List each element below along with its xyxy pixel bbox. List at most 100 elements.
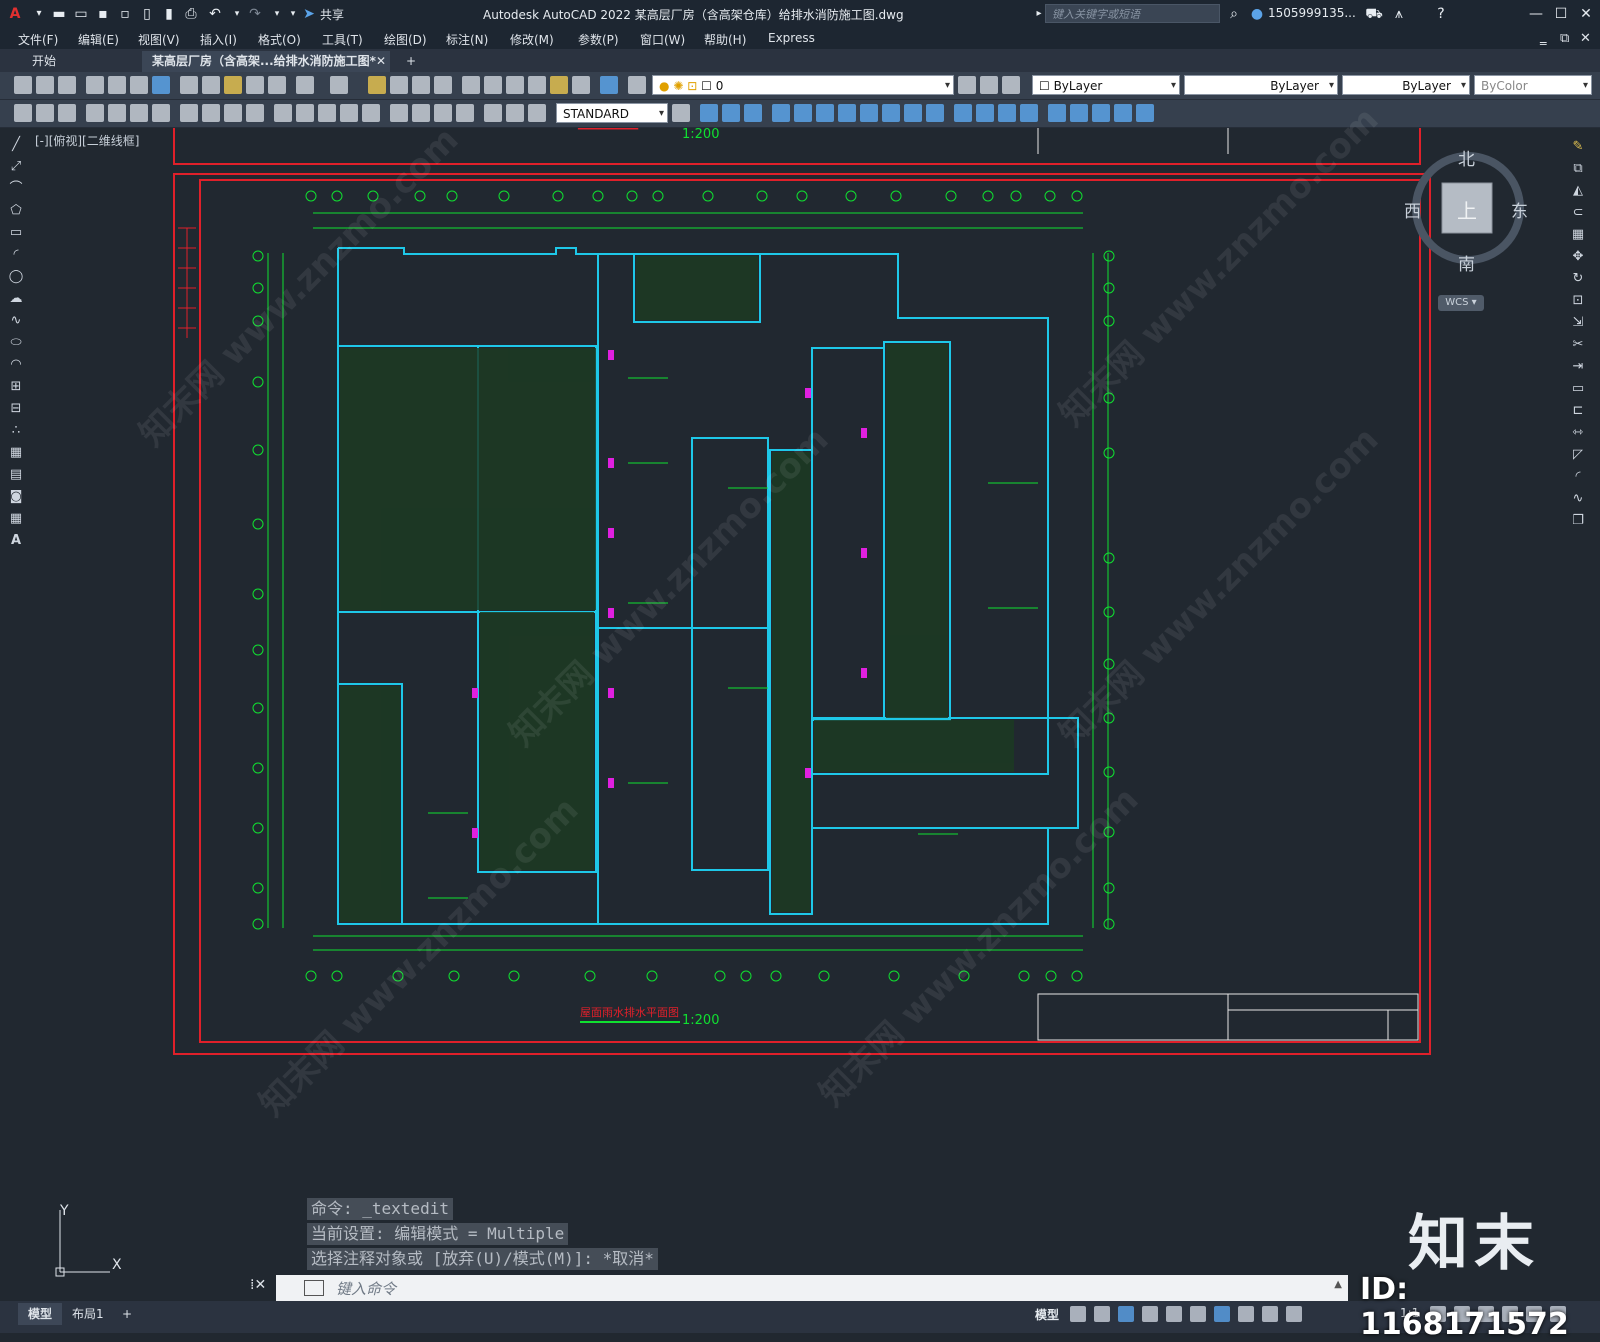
compass-west[interactable]: 西 — [1404, 197, 1421, 222]
search-icon[interactable]: ⌕ — [1225, 5, 1243, 23]
hatch-icon[interactable]: ▦ — [7, 444, 25, 462]
tab-model[interactable]: 模型 — [18, 1303, 63, 1325]
object-snap-tracking-icon[interactable] — [1190, 1306, 1206, 1322]
compass-south[interactable]: 南 — [1458, 250, 1475, 275]
cart-icon[interactable]: ⛟ — [1365, 5, 1383, 23]
circle-icon[interactable]: ◯ — [7, 268, 25, 286]
cut-icon[interactable] — [180, 76, 198, 94]
tab-close-icon[interactable]: ✕ — [372, 51, 390, 72]
tab-add-button[interactable]: + — [396, 51, 426, 72]
maximize-button[interactable]: ☐ — [1550, 3, 1572, 25]
tab-add-layout[interactable]: + — [112, 1303, 142, 1325]
ucs-origin-icon[interactable] — [838, 104, 856, 122]
iso-se-icon[interactable] — [1092, 104, 1110, 122]
model-space-button[interactable]: 模型 — [1035, 1306, 1059, 1323]
save-workspace-icon[interactable] — [36, 104, 54, 122]
menu-view[interactable]: 视图(V) — [138, 31, 180, 48]
radius-icon[interactable] — [180, 104, 198, 122]
publish-icon[interactable] — [130, 76, 148, 94]
arc-icon[interactable]: ◜ — [7, 246, 25, 264]
construction-line-icon[interactable]: ⤢ — [7, 158, 25, 176]
chevron-down-icon[interactable]: ▾ — [30, 5, 48, 23]
autocad-logo-icon[interactable]: A — [6, 5, 24, 23]
dimension-style-combo[interactable]: STANDARD ▾ — [556, 103, 668, 123]
plotstyle-combo[interactable]: ByColor ▾ — [1474, 75, 1592, 95]
polyline-icon[interactable]: ⌒ — [7, 180, 25, 198]
ortho-icon[interactable] — [1118, 1306, 1134, 1322]
pan-icon[interactable] — [368, 76, 386, 94]
autodesk-app-icon[interactable]: ⩚ — [1390, 5, 1408, 23]
extend-icon[interactable]: ⇥ — [1569, 358, 1587, 376]
linear-dimension-icon[interactable] — [86, 104, 104, 122]
insert-block-icon[interactable]: ⊞ — [7, 378, 25, 396]
inspection-icon[interactable] — [434, 104, 452, 122]
spline-icon[interactable]: ∿ — [7, 312, 25, 330]
dimension-break-icon[interactable] — [362, 104, 380, 122]
save-icon[interactable] — [58, 76, 76, 94]
fillet-icon[interactable]: ◜ — [1569, 468, 1587, 486]
share-icon[interactable]: ➤ — [300, 5, 318, 23]
command-close-icon[interactable]: ⁞✕ — [250, 1277, 266, 1293]
menu-file[interactable]: 文件(F) — [18, 31, 58, 48]
break-icon[interactable]: ⊏ — [1569, 402, 1587, 420]
dimension-text-edit-icon[interactable] — [506, 104, 524, 122]
iso-sw-icon[interactable] — [1070, 104, 1088, 122]
save-icon[interactable]: ▪ — [94, 5, 112, 23]
layer-properties-icon[interactable] — [628, 76, 646, 94]
ellipse-arc-icon[interactable]: ◠ — [7, 356, 25, 374]
ucs-y-icon[interactable] — [926, 104, 944, 122]
menu-express[interactable]: Express — [768, 31, 815, 45]
block-editor-icon[interactable] — [268, 76, 286, 94]
sheet-set-icon[interactable] — [528, 76, 546, 94]
transparency-icon[interactable] — [1262, 1306, 1278, 1322]
color-combo[interactable]: ☐ ByLayer ▾ — [1032, 75, 1180, 95]
design-center-icon[interactable] — [484, 76, 502, 94]
ucs-zaxis-icon[interactable] — [860, 104, 878, 122]
new-file-icon[interactable]: ▬ — [50, 5, 68, 23]
polar-icon[interactable] — [1142, 1306, 1158, 1322]
trim-icon[interactable]: ✂ — [1569, 336, 1587, 354]
ucs-world-icon[interactable] — [722, 104, 740, 122]
line-icon[interactable]: ╱ — [7, 136, 25, 154]
menu-draw[interactable]: 绘图(D) — [384, 31, 427, 48]
tolerance-icon[interactable] — [390, 104, 408, 122]
user-icon[interactable]: ● — [1248, 5, 1266, 23]
arc-length-icon[interactable] — [130, 104, 148, 122]
snap-icon[interactable] — [1094, 1306, 1110, 1322]
quick-dimension-icon[interactable] — [274, 104, 292, 122]
layer-combo[interactable]: ● ✺ ⊡ ☐ 0 ▾ — [652, 75, 954, 95]
preview-icon[interactable] — [108, 76, 126, 94]
menu-format[interactable]: 格式(O) — [258, 31, 301, 48]
mirror-icon[interactable]: ◭ — [1569, 182, 1587, 200]
rotate-icon[interactable]: ↻ — [1569, 270, 1587, 288]
revision-cloud-icon[interactable]: ☁ — [7, 290, 25, 308]
ucs-view-icon[interactable] — [816, 104, 834, 122]
menu-parametric[interactable]: 参数(P) — [578, 31, 619, 48]
table-icon[interactable]: ▦ — [7, 510, 25, 528]
paste-icon[interactable] — [224, 76, 242, 94]
zoom-realtime-icon[interactable] — [390, 76, 408, 94]
doc-minimize-icon[interactable]: ‗ — [1540, 31, 1547, 46]
gradient-icon[interactable]: ▤ — [7, 466, 25, 484]
explode-icon[interactable]: ❐ — [1569, 512, 1587, 530]
layer-states-icon[interactable] — [1002, 76, 1020, 94]
ucs-x-icon[interactable] — [904, 104, 922, 122]
zoom-window-icon[interactable] — [412, 76, 430, 94]
diameter-icon[interactable] — [224, 104, 242, 122]
stretch-icon[interactable]: ⇲ — [1569, 314, 1587, 332]
close-button[interactable]: ✕ — [1575, 3, 1597, 25]
open-icon[interactable] — [36, 76, 54, 94]
zoom-previous-icon[interactable] — [434, 76, 452, 94]
redo-icon[interactable]: ↷ — [246, 5, 264, 23]
continue-icon[interactable] — [318, 104, 336, 122]
lineweight-combo[interactable]: ByLayer ▾ — [1342, 75, 1470, 95]
menu-modify[interactable]: 修改(M) — [510, 31, 554, 48]
named-views-icon[interactable] — [1048, 104, 1066, 122]
erase-icon[interactable]: ✎ — [1569, 138, 1587, 156]
publish-icon[interactable]: ▮ — [160, 5, 178, 23]
workspace-icon[interactable] — [14, 104, 32, 122]
ucs-icon[interactable] — [700, 104, 718, 122]
markup-icon[interactable] — [550, 76, 568, 94]
center-mark-icon[interactable] — [412, 104, 430, 122]
undo-icon[interactable]: ↶ — [206, 5, 224, 23]
